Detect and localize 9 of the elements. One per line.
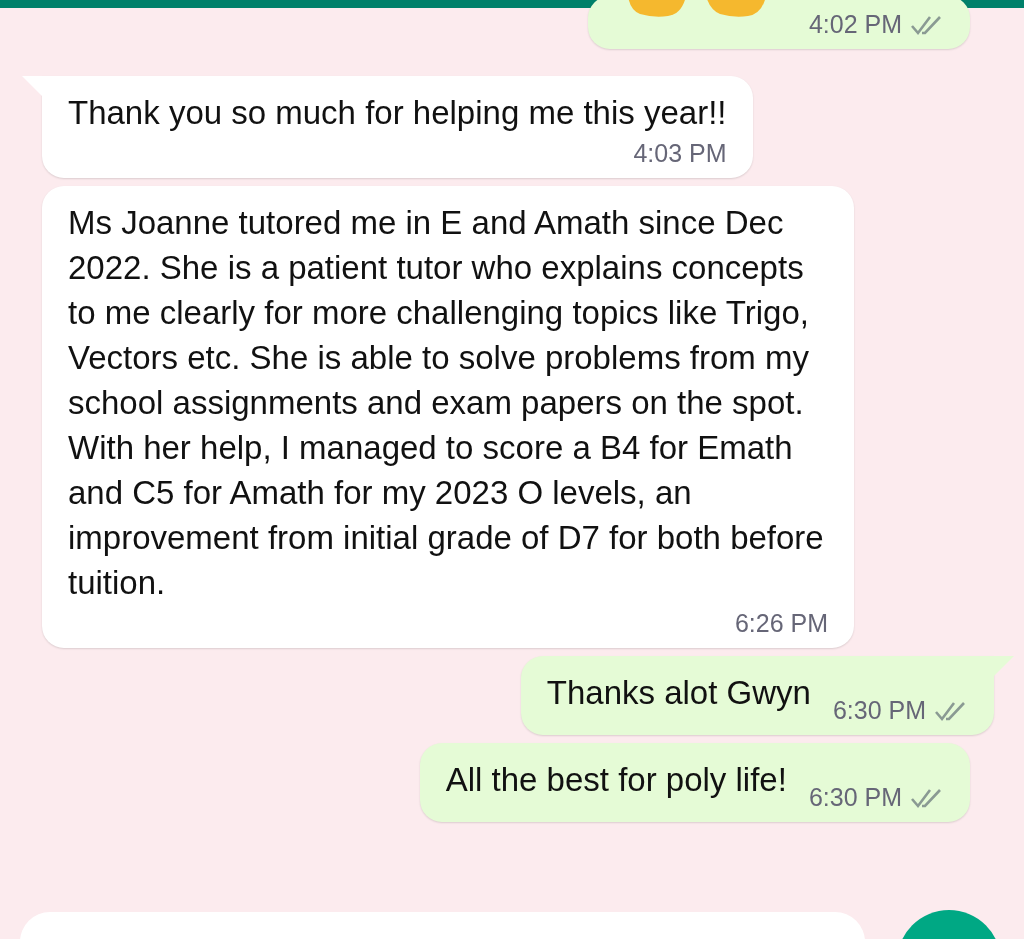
message-time: 6:26 PM <box>734 609 828 638</box>
message-text: Ms Joanne tutored me in E and Amath since Dec 2022. She is a patient tutor who explains concepts to me clearly for more challenging topics like Trigo, Vectors etc. She is able to solve problems from my school assignments and exam papers on the spot. With her help, I managed to score a B4 for Emath and C5 for Amath for my 2023 O levels, an improvement from initial grade of D7 for both before tuition. <box>68 203 825 603</box>
message-time: 4:02 PM <box>808 10 902 39</box>
message-time: 6:30 PM <box>808 783 902 812</box>
message-time: 4:03 PM <box>633 139 727 168</box>
message-text: Thanks alot Gwyn <box>546 673 811 713</box>
message-time: 6:30 PM <box>832 696 926 725</box>
message-text: All the best for poly life! <box>445 760 787 800</box>
message-text: Thank you so much for helping me this year!! <box>68 93 727 133</box>
